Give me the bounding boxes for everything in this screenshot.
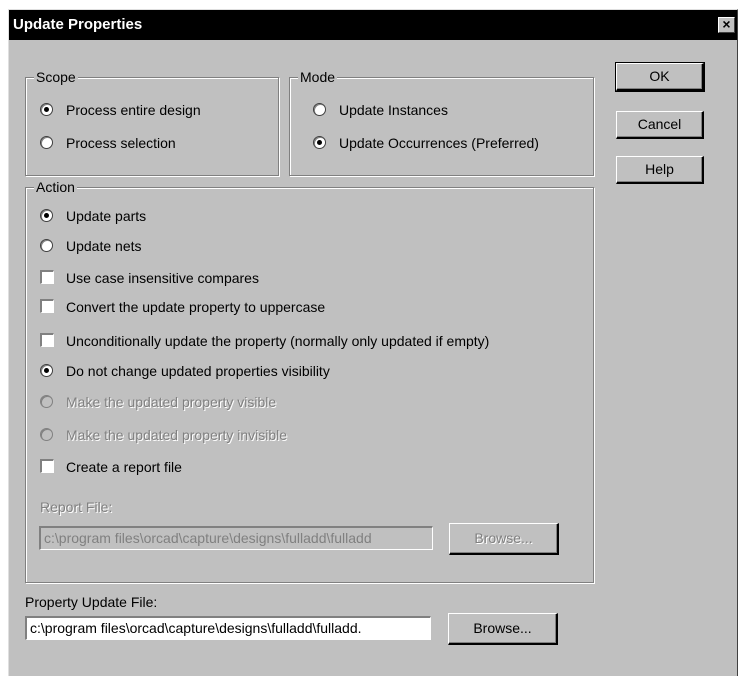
no-change-visibility-label: Do not change updated properties visibil… <box>66 363 330 379</box>
checkbox-box <box>40 333 54 347</box>
scope-group: Scope Process entire design Process sele… <box>25 68 279 176</box>
make-visible-label: Make the updated property visible <box>66 394 277 410</box>
update-instances-label: Update Instances <box>339 102 448 118</box>
checkbox-box <box>40 459 54 473</box>
property-update-file-input[interactable]: c:\program files\orcad\capture\designs\f… <box>25 616 431 640</box>
report-file-input[interactable]: c:\program files\orcad\capture\designs\f… <box>39 526 433 550</box>
cancel-button[interactable]: Cancel <box>616 111 704 139</box>
checkbox-box <box>40 299 54 313</box>
dialog-title: Update Properties <box>13 16 143 33</box>
radio-indicator <box>40 103 53 116</box>
scope-legend: Scope <box>34 68 78 86</box>
case-insensitive-label: Use case insensitive compares <box>66 270 259 286</box>
action-group: Action Update parts Update nets Use case… <box>25 178 594 583</box>
process-entire-design-label: Process entire design <box>66 102 201 118</box>
report-file-label: Report File: <box>40 499 113 515</box>
process-selection-label: Process selection <box>66 135 176 151</box>
help-button[interactable]: Help <box>616 156 704 184</box>
make-invisible-label: Make the updated property invisible <box>66 427 288 443</box>
report-browse-label: Browse... <box>474 530 533 546</box>
title-bar: Update Properties × <box>9 10 737 40</box>
mode-group: Mode Update Instances Update Occurrences… <box>289 68 594 176</box>
report-browse-button[interactable]: Browse... <box>449 523 559 555</box>
mode-legend: Mode <box>298 68 338 86</box>
property-browse-button[interactable]: Browse... <box>448 613 558 645</box>
unconditional-update-label: Unconditionally update the property (nor… <box>66 333 490 349</box>
update-properties-dialog: Update Properties × Scope Process entire… <box>8 9 738 676</box>
radio-indicator <box>40 209 53 222</box>
radio-indicator <box>313 136 326 149</box>
update-nets-label: Update nets <box>66 238 142 254</box>
radio-indicator <box>40 136 53 149</box>
radio-indicator <box>40 364 53 377</box>
checkbox-box <box>40 270 54 284</box>
ok-button[interactable]: OK <box>615 62 705 92</box>
property-update-file-label: Property Update File: <box>25 594 158 610</box>
update-occurrences-label: Update Occurrences (Preferred) <box>339 135 539 151</box>
action-legend: Action <box>34 178 77 196</box>
close-icon: × <box>722 16 731 32</box>
close-button[interactable]: × <box>718 17 735 33</box>
radio-indicator <box>40 395 53 408</box>
radio-indicator <box>40 239 53 252</box>
uppercase-label: Convert the update property to uppercase <box>66 299 326 315</box>
radio-indicator <box>313 103 326 116</box>
create-report-label: Create a report file <box>66 459 182 475</box>
update-parts-label: Update parts <box>66 208 147 224</box>
radio-indicator <box>40 428 53 441</box>
